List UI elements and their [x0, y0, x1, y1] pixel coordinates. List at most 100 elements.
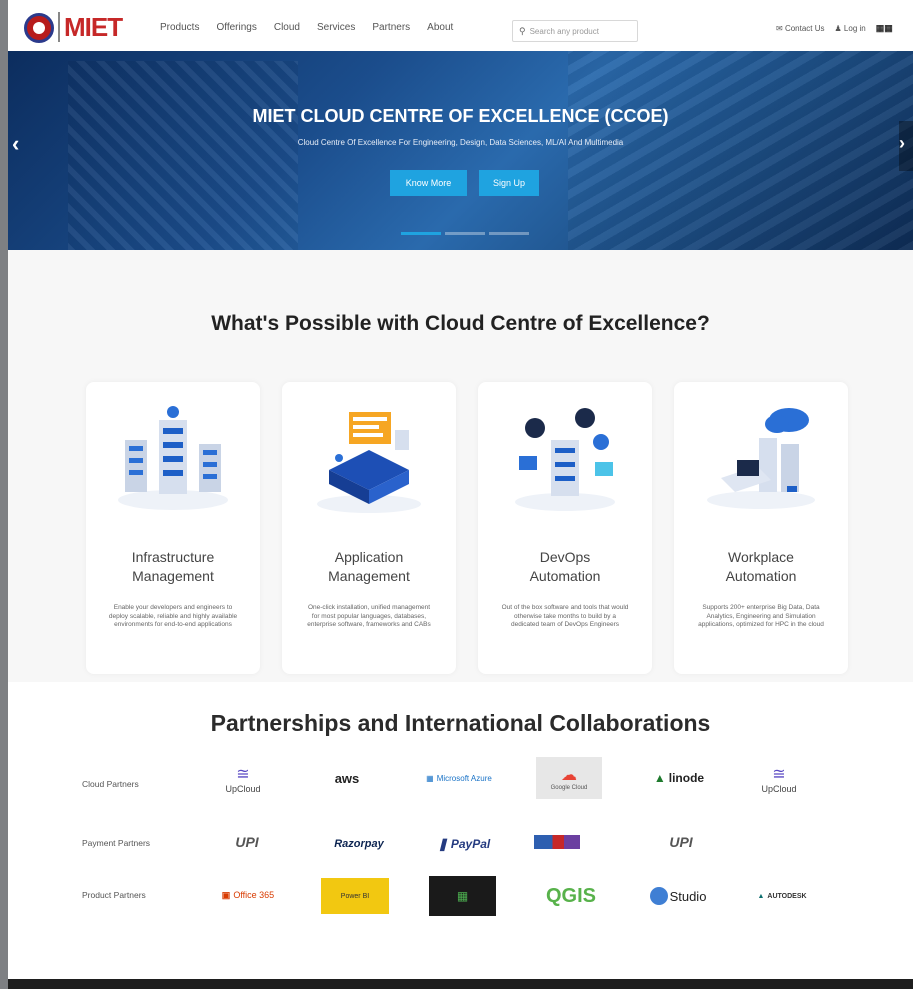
powerbi-label: Power BI [340, 892, 370, 900]
azure-logo[interactable]: ▦ Microsoft Azure [422, 766, 496, 790]
autodesk-logo[interactable]: ▲ AUTODESK [746, 886, 818, 906]
autodesk-label: AUTODESK [767, 892, 807, 900]
footer-bar [8, 979, 913, 989]
upcloud-icon: ≅ [236, 766, 250, 783]
linode-label: linode [668, 771, 705, 785]
know-more-button[interactable]: Know More [390, 170, 467, 196]
upcloud-label: UpCloud [761, 784, 797, 794]
upcloud-logo[interactable]: ≅ UpCloud [214, 756, 272, 802]
card-title: DevOps Automation [478, 548, 652, 586]
azure-label: Microsoft Azure [436, 773, 492, 783]
card-description: Supports 200+ enterprise Big Data, Data … [698, 604, 824, 628]
login-link[interactable]: ♟ Log in [835, 24, 866, 33]
card-title-line-2: Automation [725, 568, 797, 584]
sign-up-button[interactable]: Sign Up [479, 170, 539, 196]
powerbi-logo[interactable]: Power BI [321, 878, 389, 914]
cards-logo[interactable] [534, 835, 580, 849]
carousel-indicator-3[interactable] [489, 232, 529, 235]
card-devops[interactable]: DevOps Automation Out of the box software… [478, 382, 652, 674]
card-title-line-1: Infrastructure [131, 549, 215, 565]
logo-text: MIET [58, 12, 123, 43]
paypal-label: PayPal [450, 837, 491, 851]
menu-item-products[interactable]: Products [160, 22, 199, 33]
server-stack-illustration [118, 406, 228, 510]
menu-item-partners[interactable]: Partners [372, 22, 410, 33]
main-menu: Products Offerings Cloud Services Partne… [160, 22, 453, 33]
menu-item-offerings[interactable]: Offerings [216, 22, 256, 33]
card-workplace[interactable]: Workplace Automation Supports 200+ enterp… [674, 382, 848, 674]
upi-logo[interactable]: UPI [214, 830, 280, 854]
payment-partners-label: Payment Partners [82, 838, 151, 848]
card-title: Infrastructure Management [86, 548, 260, 586]
card-description: One-click installation, unified manageme… [307, 604, 431, 628]
search-icon: ⚲ [519, 25, 526, 36]
seal-icon [24, 12, 54, 43]
contact-label: Contact Us [784, 24, 825, 33]
card-title: Workplace Automation [674, 548, 848, 586]
product-partners-label: Product Partners [82, 890, 146, 900]
partners-section: Partnerships and International Collabora… [8, 682, 913, 979]
contact-us-link[interactable]: ✉ Contact Us [776, 24, 825, 33]
office365-label: Office 365 [233, 890, 275, 900]
search-placeholder: Search any product [529, 26, 599, 36]
card-infrastructure[interactable]: Infrastructure Management Enable your dev… [86, 382, 260, 674]
aws-logo[interactable]: aws [316, 764, 378, 792]
aws-label: aws [334, 770, 360, 786]
card-description: Out of the box software and tools that w… [501, 604, 629, 628]
linode-icon: ▲ [653, 771, 666, 785]
carousel-indicator-2[interactable] [445, 232, 485, 235]
card-title-line-2: Management [132, 568, 214, 584]
studio-icon [649, 887, 668, 905]
google-cloud-logo[interactable]: ☁ Google Cloud [536, 757, 602, 799]
devops-illustration [515, 408, 615, 511]
carousel-indicator-1[interactable] [401, 232, 441, 235]
upi-label: UPI [235, 834, 259, 850]
google-cloud-icon: ☁ [561, 767, 577, 784]
windows-icon: ▦ [426, 773, 434, 783]
cloud-partners-label: Cloud Partners [82, 779, 139, 789]
top-right-links: ✉ Contact Us ♟ Log in ▦▦ [776, 23, 893, 34]
grid-icon[interactable]: ▦▦ [876, 23, 893, 34]
qgis-label: QGIS [545, 884, 596, 907]
studio-label: Studio [669, 888, 707, 904]
autodesk-icon: ▲ [757, 892, 765, 900]
card-title-line-2: Automation [529, 568, 601, 584]
qgis-logo[interactable]: QGIS [536, 880, 606, 912]
hero-background-pattern [68, 61, 298, 250]
razorpay-logo[interactable]: Razorpay [326, 832, 392, 856]
upcloud-logo-2[interactable]: ≅ UpCloud [750, 756, 808, 802]
upcloud-icon: ≅ [772, 766, 786, 783]
hero-background-pattern-right [568, 51, 913, 250]
search-input[interactable]: ⚲ Search any product [512, 20, 638, 42]
google-cloud-label: Google Cloud [550, 785, 588, 791]
login-label: Log in [843, 24, 866, 33]
hero-subtitle: Cloud Centre Of Excellence For Engineeri… [297, 138, 624, 147]
card-title-line-1: Workplace [728, 549, 794, 565]
workplace-illustration [707, 408, 815, 509]
card-title-line-2: Management [328, 568, 410, 584]
studio-logo[interactable]: Studio [640, 882, 716, 910]
menu-item-about[interactable]: About [427, 22, 453, 33]
hero-title: MIET CLOUD CENTRE OF EXCELLENCE (CCOE) [252, 106, 669, 126]
upi-label: UPI [669, 834, 693, 850]
menu-item-services[interactable]: Services [317, 22, 355, 33]
page: MIET Products Offerings Cloud Services P… [8, 0, 913, 989]
paypal-icon: ❚ [437, 837, 448, 851]
paypal-logo[interactable]: ❚ PayPal [428, 832, 500, 856]
possible-heading: What's Possible with Cloud Centre of Exc… [211, 312, 710, 335]
linode-logo[interactable]: ▲ linode [644, 766, 714, 790]
card-title-line-1: DevOps [539, 549, 591, 565]
user-icon: ♟ [834, 24, 842, 33]
upi-logo-2[interactable]: UPI [648, 830, 714, 854]
envelope-icon: ✉ [776, 24, 783, 33]
menu-item-cloud[interactable]: Cloud [274, 22, 300, 33]
office365-logo[interactable]: ▣ Office 365 [208, 884, 288, 906]
razorpay-label: Razorpay [334, 838, 384, 850]
miet-logo[interactable]: MIET [24, 12, 123, 43]
product-logo-dark[interactable]: ▦ [429, 876, 496, 916]
office-icon: ▣ [221, 889, 231, 900]
hero-carousel: ‹ › MIET CLOUD CENTRE OF EXCELLENCE (CCO… [8, 51, 913, 250]
card-application[interactable]: Application Management One-click installa… [282, 382, 456, 674]
product-logo-dark-icon: ▦ [456, 889, 469, 903]
possible-section: What's Possible with Cloud Centre of Exc… [8, 250, 913, 682]
